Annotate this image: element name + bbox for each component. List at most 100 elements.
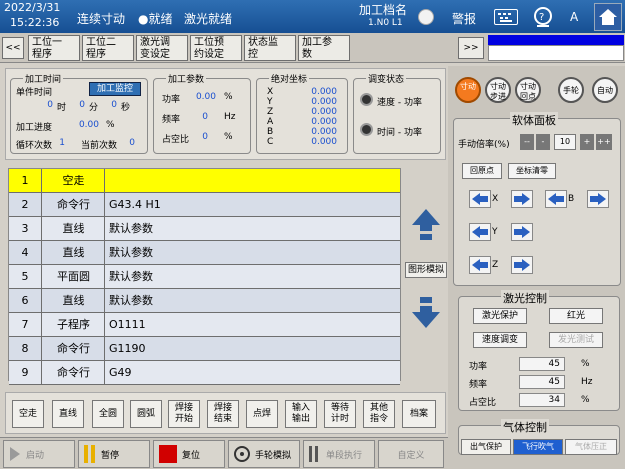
scroll-down-icon[interactable] (410, 296, 442, 330)
home-icon (599, 9, 617, 25)
speed-power-radio[interactable] (360, 93, 373, 106)
row-argument: 默认参数 (109, 246, 153, 259)
svg-text:?: ? (539, 12, 544, 23)
adjust-group: 调变状态 速度 - 功率 时间 - 功率 (353, 72, 441, 154)
home-button[interactable] (594, 3, 622, 31)
custom-button[interactable]: 自定义 (378, 440, 444, 468)
gas-out-button[interactable]: 出气保护 (461, 439, 511, 455)
monitor-button[interactable]: 加工监控 (89, 82, 141, 96)
cmd-io-button[interactable]: 输入 输出 (285, 400, 317, 428)
program-row[interactable]: 6 直线 默认参数 (9, 289, 400, 313)
current-count-label: 当前次数 (81, 141, 118, 151)
tab-status-monitor[interactable]: 状态监 控 (244, 35, 296, 61)
single-step-button[interactable]: 单段执行 (303, 440, 375, 468)
b-plus-icon[interactable] (587, 190, 609, 208)
play-icon (10, 447, 20, 461)
row-number: 9 (9, 361, 42, 384)
home-origin-button[interactable]: 回原点 (462, 163, 502, 179)
tab-station-booking[interactable]: 工位预 约设定 (190, 35, 242, 61)
prev-tab-button[interactable]: << (2, 37, 24, 59)
program-row[interactable]: 8 命令行 G1190 (9, 337, 400, 361)
cmd-wait-button[interactable]: 等待 计时 (324, 400, 356, 428)
pause-button[interactable]: 暂停 (78, 440, 150, 468)
row-number: 6 (9, 289, 42, 312)
program-row[interactable]: 4 直线 默认参数 (9, 241, 400, 265)
keyboard-icon[interactable] (494, 9, 518, 25)
laser-freq-label: 频率 (469, 380, 488, 390)
row-command: 命令行 (43, 337, 105, 360)
laser-power-label: 功率 (469, 362, 488, 372)
scroll-up-icon[interactable] (410, 207, 442, 241)
param-freq-unit: Hz (224, 112, 236, 122)
b-minus-icon[interactable] (545, 190, 567, 208)
cmd-idle-button[interactable]: 空走 (12, 400, 44, 428)
row-argument: G49 (109, 366, 132, 379)
laser-protect-button[interactable]: 激光保护 (473, 308, 527, 324)
y-plus-icon[interactable] (511, 223, 533, 241)
flying-blow-button[interactable]: 飞行吹气 (513, 439, 563, 455)
rate-minus-minus-button[interactable]: -- (520, 134, 534, 150)
cmd-other-button[interactable]: 其他 指令 (363, 400, 395, 428)
program-row[interactable]: 9 命令行 G49 (9, 361, 400, 385)
axis-y-label: Y (267, 97, 273, 107)
reset-button[interactable]: 复位 (153, 440, 225, 468)
cmd-weld-end-button[interactable]: 焊接 结束 (207, 400, 239, 428)
tab-station1-program[interactable]: 工位一 程序 (28, 35, 80, 61)
rate-minus-button[interactable]: - (536, 134, 550, 150)
cmd-line-button[interactable]: 直线 (52, 400, 84, 428)
mode-handwheel-button[interactable]: 手轮 (558, 77, 584, 103)
z-minus-icon[interactable] (469, 256, 491, 274)
program-row[interactable]: 3 直线 默认参数 (9, 217, 400, 241)
emit-test-button[interactable]: 发光测试 (549, 332, 603, 348)
tab-process-params[interactable]: 加工参 数 (298, 35, 350, 61)
row-number: 8 (9, 337, 42, 360)
user-icon[interactable]: ? (533, 6, 553, 28)
x-plus-icon[interactable] (511, 190, 533, 208)
graphic-sim-button[interactable]: 图形模拟 (405, 262, 447, 278)
laser-control-group: 激光控制 激光保护 红光 速度调变 发光测试 功率 45 % 频率 45 Hz … (458, 290, 620, 411)
cmd-arc-button[interactable]: 圆弧 (130, 400, 162, 428)
axis-z-label: Z (267, 107, 274, 117)
time-power-radio[interactable] (360, 123, 373, 136)
row-number: 5 (9, 265, 42, 288)
alarm-button[interactable]: 警报 (452, 10, 476, 27)
cmd-circle-button[interactable]: 全圆 (92, 400, 124, 428)
laser-power-value[interactable]: 45 (519, 357, 565, 371)
cmd-file-button[interactable]: 档案 (402, 400, 436, 428)
mode-jog-button[interactable]: 寸动 (455, 77, 481, 103)
red-light-button[interactable]: 红光 (549, 308, 603, 324)
coord-clear-button[interactable]: 坐标清零 (508, 163, 556, 179)
row-argument: 默认参数 (109, 222, 153, 235)
cmd-weld-start-button[interactable]: 焊接 开始 (168, 400, 200, 428)
rate-plus-plus-button[interactable]: ++ (596, 134, 612, 150)
row-command: 子程序 (43, 313, 105, 336)
second-value: 0 (111, 100, 117, 110)
program-row[interactable]: 1 空走 (9, 169, 400, 193)
jog-x-label: X (492, 194, 499, 204)
loop-count-value: 1 (59, 138, 65, 148)
start-button[interactable]: 启动 (3, 440, 75, 468)
rate-plus-button[interactable]: + (580, 134, 594, 150)
cmd-spot-weld-button[interactable]: 点焊 (246, 400, 278, 428)
z-plus-icon[interactable] (511, 256, 533, 274)
y-minus-icon[interactable] (469, 223, 491, 241)
pause-icon (84, 445, 95, 463)
program-row[interactable]: 5 平面圆 默认参数 (9, 265, 400, 289)
mode-jog-step-button[interactable]: 寸动步进 (485, 77, 511, 103)
tab-laser-settings[interactable]: 激光调 变设定 (136, 35, 188, 61)
program-row[interactable]: 7 子程序 O1111 (9, 313, 400, 337)
laser-duty-value[interactable]: 34 (519, 393, 565, 407)
x-minus-icon[interactable] (469, 190, 491, 208)
mode-auto-button[interactable]: 自动 (592, 77, 618, 103)
speed-adjust-button[interactable]: 速度调变 (473, 332, 527, 348)
next-tab-button[interactable]: >> (458, 37, 484, 59)
current-count-value: 0 (129, 138, 135, 148)
gas-pressure-button[interactable]: 气体压正 (565, 439, 617, 455)
laser-freq-value[interactable]: 45 (519, 375, 565, 389)
tab-station2-program[interactable]: 工位二 程序 (82, 35, 134, 61)
language-button[interactable]: A (570, 10, 578, 24)
file-name: 1.N0 L1 (368, 18, 403, 28)
mode-jog-point-button[interactable]: 寸动回点 (515, 77, 541, 103)
program-row[interactable]: 2 命令行 G43.4 H1 (9, 193, 400, 217)
handwheel-sim-button[interactable]: 手轮模拟 (228, 440, 300, 468)
